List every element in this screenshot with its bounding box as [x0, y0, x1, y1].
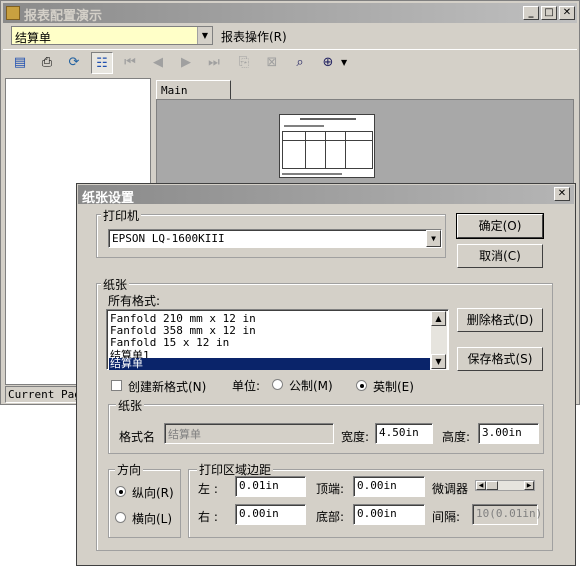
landscape-label: 横向(L)	[132, 512, 173, 526]
dialog-title: 纸张设置	[82, 191, 135, 206]
paper-size-group-label: 纸张	[116, 397, 145, 414]
bottom-margin-input[interactable]: 0.00in	[353, 504, 425, 525]
thumbnail-table-header	[282, 131, 373, 141]
dialog-close-button[interactable]: ✕	[554, 187, 570, 201]
stop-icon[interactable]: ⊠	[261, 52, 283, 74]
thumbnail-col-line	[325, 131, 326, 169]
portrait-label: 纵向(R)	[132, 486, 174, 500]
first-page-icon[interactable]: ⏮	[119, 52, 141, 74]
ok-button[interactable]: 确定(O)	[456, 213, 544, 239]
export-icon[interactable]: ▤	[9, 52, 31, 74]
portrait-radio[interactable]	[115, 486, 126, 497]
chevron-down-icon[interactable]: ▼	[426, 230, 441, 247]
width-input[interactable]: 4.50in	[375, 423, 433, 444]
interval-input[interactable]: 10(0.01in)	[472, 504, 542, 525]
top-margin-input[interactable]: 0.00in	[353, 476, 425, 497]
paper-settings-dialog: 纸张设置 ✕ 打印机 EPSON LQ-1600KIII ▼ 确定(O) 取消(…	[76, 183, 576, 566]
report-page-thumbnail	[279, 114, 375, 178]
thumbnail-table-body	[282, 141, 373, 169]
unit-imperial-label: 英制(E)	[373, 380, 414, 394]
save-format-button[interactable]: 保存格式(S)	[457, 347, 543, 371]
unit-metric-label: 公制(M)	[289, 379, 333, 393]
app-icon	[6, 6, 20, 20]
adjuster-thumb[interactable]	[486, 481, 498, 490]
paper-group-label: 纸张	[101, 276, 130, 293]
toolbar-divider	[3, 49, 577, 50]
width-label: 宽度:	[341, 430, 370, 444]
unit-metric-radio[interactable]	[272, 379, 283, 390]
toolbar: ▤ ⎙ ⟳ ☷ ⏮ ◀ ▶ ⏭ ⎘ ⊠ ⌕ ⊕ ▼	[5, 52, 365, 76]
orientation-group	[108, 469, 181, 538]
top-margin-label: 顶端:	[316, 482, 345, 496]
main-title-bar[interactable]: 报表配置演示 _ □ ✕	[3, 3, 577, 24]
thumbnail-col-line	[305, 131, 306, 169]
printer-select[interactable]: EPSON LQ-1600KIII ▼	[108, 229, 442, 248]
tab-main-report[interactable]: Main Report	[156, 80, 231, 110]
report-select[interactable]: 结算单 ▼	[11, 26, 213, 45]
adjuster-scrollbar[interactable]: ◀ ▶	[475, 480, 535, 491]
height-input[interactable]: 3.00in	[478, 423, 539, 444]
printer-group-label: 打印机	[101, 207, 142, 224]
adjuster-label: 微调器	[432, 482, 469, 496]
scroll-right-icon[interactable]: ▶	[524, 481, 534, 490]
all-formats-label: 所有格式:	[108, 294, 161, 308]
thumbnail-footer-line	[282, 173, 342, 175]
last-page-icon[interactable]: ⏭	[203, 52, 225, 74]
prev-page-icon[interactable]: ◀	[147, 52, 169, 74]
create-format-label: 创建新格式(N)	[128, 380, 207, 394]
create-format-checkbox[interactable]	[111, 380, 122, 391]
thumbnail-text-line	[284, 125, 324, 127]
close-button[interactable]: ✕	[559, 6, 575, 20]
refresh-icon[interactable]: ⟳	[63, 52, 85, 74]
left-margin-input[interactable]: 0.01in	[235, 476, 306, 497]
cancel-button[interactable]: 取消(C)	[457, 244, 543, 268]
list-item-selected[interactable]: 结算单	[109, 358, 430, 370]
unit-imperial-radio[interactable]	[356, 380, 367, 391]
height-label: 高度:	[442, 430, 471, 444]
zoom-icon[interactable]: ⊕	[317, 52, 339, 74]
landscape-radio[interactable]	[115, 512, 126, 523]
report-operations-menu[interactable]: 报表操作(R)	[221, 28, 287, 45]
maximize-button[interactable]: □	[541, 6, 557, 20]
scroll-up-icon[interactable]: ▲	[431, 311, 446, 326]
thumbnail-title-line	[300, 118, 356, 120]
zoom-dropdown-icon[interactable]: ▼	[341, 58, 347, 67]
scroll-left-icon[interactable]: ◀	[476, 481, 486, 490]
report-select-value: 结算单	[15, 31, 52, 45]
unit-label: 单位:	[232, 379, 261, 393]
format-name-input[interactable]: 结算单	[164, 423, 334, 444]
chevron-down-icon[interactable]: ▼	[197, 27, 212, 44]
delete-format-button[interactable]: 删除格式(D)	[457, 308, 543, 332]
right-margin-label: 右 :	[198, 510, 218, 524]
orientation-group-label: 方向	[115, 461, 144, 478]
tree-toggle-icon[interactable]: ☷	[91, 52, 113, 74]
left-margin-label: 左 :	[198, 482, 218, 496]
format-list[interactable]: Fanfold 210 mm x 12 in Fanfold 358 mm x …	[106, 309, 449, 370]
print-icon[interactable]: ⎙	[36, 52, 58, 74]
main-window-title: 报表配置演示	[24, 9, 103, 24]
goto-page-icon[interactable]: ⎘	[233, 52, 255, 74]
search-icon[interactable]: ⌕	[289, 52, 311, 74]
bottom-margin-label: 底部:	[316, 510, 345, 524]
printer-select-value: EPSON LQ-1600KIII	[112, 232, 225, 245]
minimize-button[interactable]: _	[523, 6, 539, 20]
right-margin-input[interactable]: 0.00in	[235, 504, 306, 525]
scroll-down-icon[interactable]: ▼	[431, 354, 446, 369]
format-list-scrollbar[interactable]: ▲ ▼	[431, 311, 447, 369]
thumbnail-col-line	[345, 131, 346, 169]
format-name-label: 格式名	[119, 430, 156, 444]
next-page-icon[interactable]: ▶	[175, 52, 197, 74]
dialog-title-bar[interactable]: 纸张设置 ✕	[78, 185, 574, 206]
interval-label: 间隔:	[432, 510, 461, 524]
